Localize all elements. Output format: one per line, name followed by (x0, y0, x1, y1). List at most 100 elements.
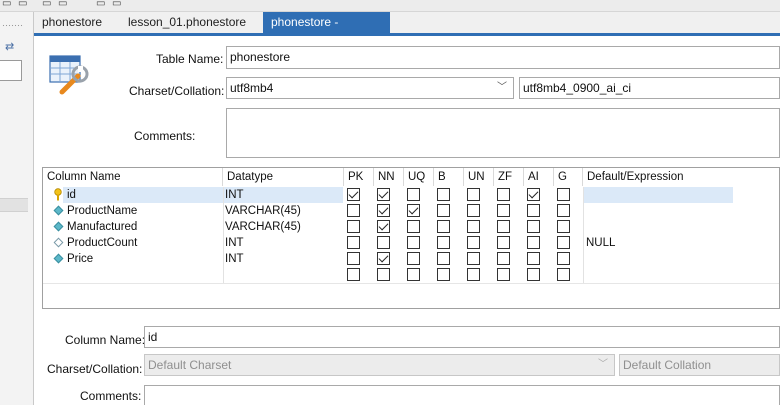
pk-checkbox[interactable] (347, 236, 360, 249)
header-default-expression[interactable]: Default/Expression (583, 168, 779, 186)
chevron-down-icon: ﹀ (598, 359, 608, 370)
header-zf[interactable]: ZF (494, 168, 524, 186)
table-row[interactable]: id INT (43, 187, 779, 203)
uq-checkbox[interactable] (407, 252, 420, 265)
header-uq[interactable]: UQ (404, 168, 434, 186)
toolbar-icon[interactable]: ▭ (112, 0, 121, 7)
table-row[interactable] (43, 267, 779, 283)
pk-checkbox[interactable] (347, 188, 360, 201)
g-checkbox[interactable] (557, 252, 570, 265)
pk-checkbox[interactable] (347, 268, 360, 281)
header-un[interactable]: UN (464, 168, 494, 186)
column-name-input[interactable]: id (144, 326, 780, 348)
header-column-name[interactable]: Column Name (43, 168, 223, 186)
datatype-cell[interactable]: VARCHAR(45) (225, 203, 301, 219)
header-ai[interactable]: AI (524, 168, 554, 186)
panel-grip[interactable] (2, 24, 24, 27)
charset-select[interactable]: utf8mb4 ﹀ (226, 77, 514, 99)
b-checkbox[interactable] (437, 236, 450, 249)
un-checkbox[interactable] (467, 268, 480, 281)
header-pk[interactable]: PK (344, 168, 374, 186)
g-checkbox[interactable] (557, 188, 570, 201)
nn-checkbox[interactable] (377, 204, 390, 217)
g-checkbox[interactable] (557, 236, 570, 249)
datatype-cell[interactable]: VARCHAR(45) (225, 219, 301, 235)
table-name-input[interactable]: phonestore (226, 46, 780, 69)
ai-checkbox[interactable] (527, 252, 540, 265)
column-divider (583, 187, 584, 283)
toolbar-icon[interactable]: ▭ (2, 0, 11, 7)
ai-checkbox[interactable] (527, 188, 540, 201)
default-cell[interactable]: NULL (586, 235, 615, 251)
ai-checkbox[interactable] (527, 236, 540, 249)
uq-checkbox[interactable] (407, 220, 420, 233)
nn-checkbox[interactable] (377, 188, 390, 201)
zf-checkbox[interactable] (497, 252, 510, 265)
column-name-cell[interactable]: ProductCount (67, 235, 137, 251)
zf-checkbox[interactable] (497, 204, 510, 217)
un-checkbox[interactable] (467, 204, 480, 217)
uq-checkbox[interactable] (407, 236, 420, 249)
header-b[interactable]: B (434, 168, 464, 186)
column-name-cell[interactable]: ProductName (67, 203, 137, 219)
b-checkbox[interactable] (437, 252, 450, 265)
column-name-cell[interactable]: Manufactured (67, 219, 137, 235)
ai-checkbox[interactable] (527, 268, 540, 281)
toolbar-icon[interactable]: ▭ (96, 0, 105, 7)
table-row[interactable]: ProductCount INT NULL (43, 235, 779, 251)
toolbar-icon[interactable]: ▭ (58, 0, 67, 7)
header-g[interactable]: G (554, 168, 583, 186)
column-name-cell[interactable]: Price (67, 251, 93, 267)
table-row[interactable]: ProductName VARCHAR(45) (43, 203, 779, 219)
ai-checkbox[interactable] (527, 220, 540, 233)
b-checkbox[interactable] (437, 268, 450, 281)
collation-select[interactable]: utf8mb4_0900_ai_ci (519, 77, 780, 99)
table-row[interactable]: Manufactured VARCHAR(45) (43, 219, 779, 235)
navigator-selected-item[interactable] (0, 198, 28, 212)
tab-lesson-phonestore[interactable]: lesson_01.phonestore (120, 12, 254, 33)
header-nn[interactable]: NN (374, 168, 404, 186)
datatype-cell[interactable]: INT (225, 251, 244, 267)
un-checkbox[interactable] (467, 236, 480, 249)
primary-key-icon (53, 188, 63, 202)
pk-checkbox[interactable] (347, 220, 360, 233)
table-row[interactable]: Price INT (43, 251, 779, 267)
datatype-cell[interactable]: INT (225, 187, 244, 203)
b-checkbox[interactable] (437, 204, 450, 217)
un-checkbox[interactable] (467, 252, 480, 265)
b-checkbox[interactable] (437, 188, 450, 201)
tab-phonestore-table[interactable]: phonestore - Table× (263, 12, 390, 51)
comments-textarea[interactable] (226, 108, 780, 158)
nn-checkbox[interactable] (377, 252, 390, 265)
toolbar-icon[interactable]: ▭ (42, 0, 51, 7)
pk-checkbox[interactable] (347, 252, 360, 265)
zf-checkbox[interactable] (497, 220, 510, 233)
navigator-search-input[interactable] (0, 60, 22, 81)
ai-checkbox[interactable] (527, 204, 540, 217)
b-checkbox[interactable] (437, 220, 450, 233)
column-comments-textarea[interactable] (144, 385, 780, 405)
pk-checkbox[interactable] (347, 204, 360, 217)
column-charset-value: Default Charset (148, 358, 232, 372)
toolbar-icon[interactable]: ▭ (18, 0, 27, 7)
zf-checkbox[interactable] (497, 268, 510, 281)
column-name-label: Column Name: (65, 333, 146, 347)
uq-checkbox[interactable] (407, 188, 420, 201)
nn-checkbox[interactable] (377, 236, 390, 249)
refresh-arrows-icon[interactable]: ⇄ (5, 40, 14, 53)
nn-checkbox[interactable] (377, 220, 390, 233)
un-checkbox[interactable] (467, 188, 480, 201)
un-checkbox[interactable] (467, 220, 480, 233)
uq-checkbox[interactable] (407, 268, 420, 281)
column-name-cell[interactable]: id (67, 187, 76, 203)
header-datatype[interactable]: Datatype (223, 168, 344, 186)
g-checkbox[interactable] (557, 220, 570, 233)
g-checkbox[interactable] (557, 268, 570, 281)
tab-phonestore[interactable]: phonestore (34, 12, 110, 33)
nn-checkbox[interactable] (377, 268, 390, 281)
zf-checkbox[interactable] (497, 236, 510, 249)
datatype-cell[interactable]: INT (225, 235, 244, 251)
zf-checkbox[interactable] (497, 188, 510, 201)
uq-checkbox[interactable] (407, 204, 420, 217)
g-checkbox[interactable] (557, 204, 570, 217)
